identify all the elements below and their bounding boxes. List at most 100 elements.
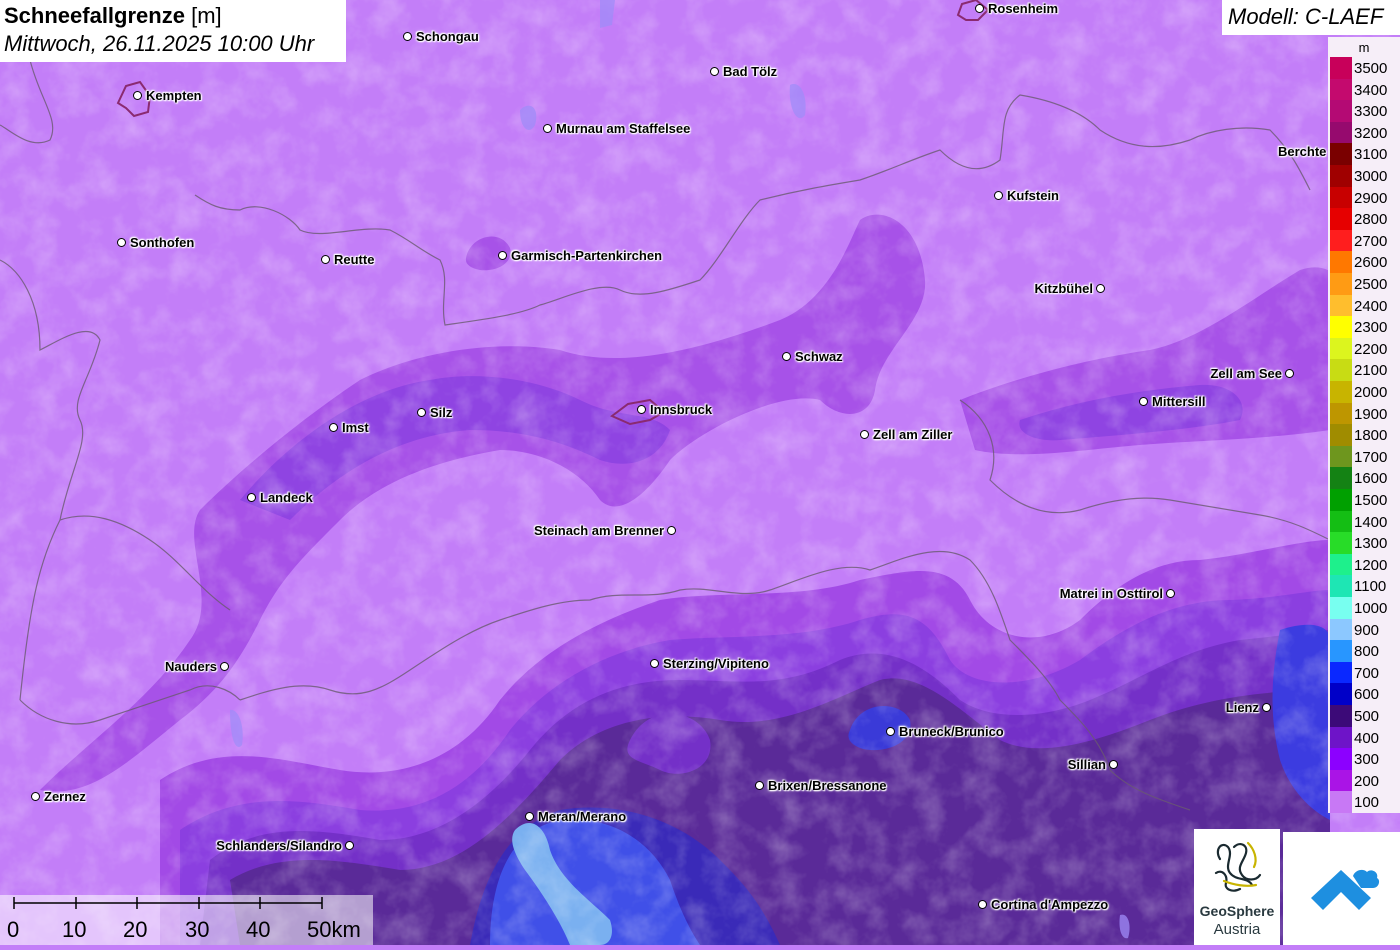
place-marker-landeck	[247, 493, 256, 502]
legend-row: 600	[1328, 683, 1400, 705]
place-marker-lienz	[1262, 703, 1271, 712]
snowfall-limit-map[interactable]	[0, 0, 1400, 945]
legend-label: 3100	[1354, 146, 1388, 164]
geosphere-logo[interactable]: GeoSphere Austria	[1194, 829, 1280, 945]
place-label-nauders: Nauders	[164, 659, 217, 674]
legend-swatch	[1330, 445, 1352, 468]
legend-label: 600	[1354, 686, 1380, 704]
place-marker-brixen-bressanone	[755, 781, 764, 790]
place-label-kufstein: Kufstein	[1007, 188, 1059, 203]
place-marker-steinach-am-brenner	[667, 526, 676, 535]
legend-swatch	[1330, 597, 1352, 619]
legend-label: 800	[1354, 643, 1380, 661]
legend-row: 2700	[1328, 229, 1400, 252]
place-label-steinach-am-brenner: Steinach am Brenner	[533, 523, 664, 538]
place-marker-sonthofen	[117, 238, 126, 247]
place-marker-reutte	[321, 255, 330, 264]
legend-swatch	[1330, 121, 1352, 144]
legend-swatch	[1330, 165, 1352, 187]
legend-label: 1600	[1354, 470, 1388, 488]
legend-row: 1400	[1328, 510, 1400, 533]
legend-label: 100	[1354, 794, 1380, 812]
legend-label: 700	[1354, 664, 1380, 682]
legend-row: 1100	[1328, 575, 1400, 597]
legend-row: 500	[1328, 705, 1400, 727]
legend-swatch	[1330, 381, 1352, 403]
legend-label: 400	[1354, 729, 1380, 747]
legend-row: 3500	[1328, 57, 1400, 79]
place-label-imst: Imst	[342, 420, 369, 435]
legend-swatch	[1330, 251, 1352, 273]
place-marker-bruneck-brunico	[886, 727, 895, 736]
place-label-innsbruck: Innsbruck	[650, 402, 713, 417]
legend-swatch	[1330, 791, 1352, 813]
legend-label: 2200	[1354, 340, 1388, 358]
legend-label: 3400	[1354, 81, 1388, 99]
legend-row: 1900	[1328, 402, 1400, 425]
legend-label: 2300	[1354, 319, 1388, 337]
legend-row: 200	[1328, 769, 1400, 792]
place-marker-cortina-d-ampezzo	[978, 900, 987, 909]
place-marker-kempten	[133, 91, 142, 100]
legend-swatch	[1330, 359, 1352, 381]
place-marker-silz	[417, 408, 426, 417]
legend-swatch	[1330, 316, 1352, 338]
weather-app-logo[interactable]	[1283, 832, 1400, 945]
place-label-schlanders-silandro: Schlanders/Silandro	[216, 838, 342, 853]
place-marker-meran-merano	[525, 812, 534, 821]
place-marker-imst	[329, 423, 338, 432]
place-label-zell-am-ziller: Zell am Ziller	[873, 427, 953, 442]
legend-row: 800	[1328, 640, 1400, 662]
legend-row: 1000	[1328, 597, 1400, 619]
place-label-rosenheim: Rosenheim	[988, 1, 1059, 16]
legend-swatch	[1330, 510, 1352, 533]
place-label-sillian: Sillian	[1067, 757, 1106, 772]
legend-swatch	[1330, 661, 1352, 684]
legend-label: 200	[1354, 772, 1380, 790]
legend-row: 3300	[1328, 100, 1400, 122]
legend-row: 1300	[1328, 532, 1400, 554]
place-label-kempten: Kempten	[146, 88, 202, 103]
place-label-silz: Silz	[430, 405, 453, 420]
place-marker-zell-am-ziller	[860, 430, 869, 439]
place-label-kitzb-hel: Kitzbühel	[1034, 281, 1094, 296]
legend-swatch	[1330, 229, 1352, 252]
place-marker-mittersill	[1139, 397, 1148, 406]
geosphere-name: GeoSphere	[1199, 903, 1275, 919]
legend-swatch	[1330, 402, 1352, 425]
legend-label: 1100	[1354, 578, 1387, 596]
legend-row: 2500	[1328, 273, 1400, 295]
model-label: Modell: C-LAEF	[1228, 4, 1384, 29]
place-marker-bad-t-lz	[710, 67, 719, 76]
place-label-murnau-am-staffelsee: Murnau am Staffelsee	[556, 121, 691, 136]
legend-swatch	[1330, 294, 1352, 317]
legend-label: 300	[1354, 751, 1380, 769]
place-marker-zernez	[31, 792, 40, 801]
legend-label: 500	[1354, 708, 1380, 725]
legend-swatch	[1330, 57, 1352, 79]
legend-label: 2900	[1354, 189, 1388, 207]
place-label-brixen-bressanone: Brixen/Bressanone	[768, 778, 887, 793]
scale-label-0: 0	[7, 917, 20, 942]
scale-label-40: 40	[246, 917, 271, 942]
legend-swatch	[1330, 186, 1352, 209]
place-marker-sterzing-vipiteno	[650, 659, 659, 668]
legend-swatch	[1330, 640, 1352, 662]
place-marker-rosenheim	[975, 4, 984, 13]
place-marker-kitzb-hel	[1096, 284, 1105, 293]
map-title-unit: [m]	[191, 3, 222, 28]
legend-row: 2200	[1328, 337, 1400, 360]
legend-row: 2100	[1328, 359, 1400, 381]
place-label-matrei-in-osttirol: Matrei in Osttirol	[1059, 586, 1163, 601]
map-title: Schneefallgrenze [m]	[4, 3, 222, 28]
legend-row: 3400	[1328, 78, 1400, 101]
place-label-bad-t-lz: Bad Tölz	[723, 64, 778, 79]
legend-label: 3000	[1354, 168, 1388, 185]
place-marker-matrei-in-osttirol	[1166, 589, 1175, 598]
legend-swatch	[1330, 726, 1352, 749]
legend-label: 2000	[1354, 384, 1388, 401]
legend-label: 1700	[1354, 448, 1388, 466]
legend-swatch	[1330, 424, 1352, 446]
place-label-zernez: Zernez	[44, 789, 86, 804]
legend-swatch	[1330, 553, 1352, 576]
